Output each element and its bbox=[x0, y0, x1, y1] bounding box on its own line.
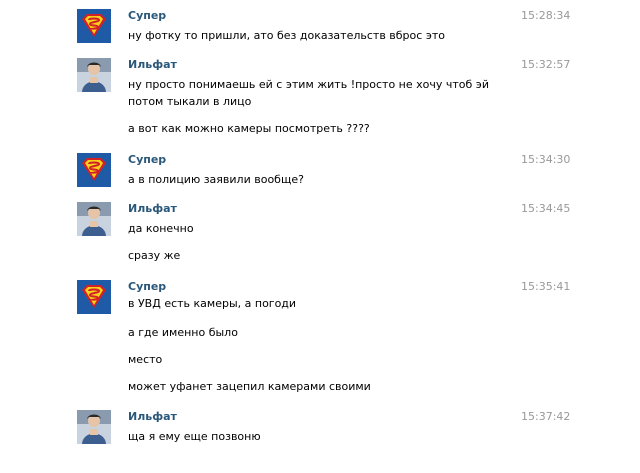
user-photo bbox=[77, 410, 111, 444]
message-text: а в полицию заявили вообще? bbox=[128, 173, 304, 186]
message-text: а вот как можно камеры посмотреть ???? bbox=[128, 122, 370, 135]
timestamp[interactable]: 15:28:34 bbox=[521, 9, 570, 22]
avatar[interactable] bbox=[77, 153, 111, 187]
avatar[interactable] bbox=[77, 410, 111, 444]
avatar[interactable] bbox=[77, 202, 111, 236]
author-name[interactable]: Ильфат bbox=[128, 410, 177, 423]
message-text: ну просто понимаешь ей с этим жить !прос… bbox=[128, 78, 489, 91]
avatar[interactable] bbox=[77, 280, 111, 314]
avatar[interactable] bbox=[77, 9, 111, 43]
user-photo bbox=[77, 202, 111, 236]
message-text: потом тыкали в лицо bbox=[128, 95, 252, 108]
message-text: ну фотку то пришли, ато без доказательст… bbox=[128, 29, 445, 42]
user-photo bbox=[77, 58, 111, 92]
message-text: место bbox=[128, 353, 163, 366]
author-name[interactable]: Ильфат bbox=[128, 58, 177, 71]
message-text: в УВД есть камеры, а погоди bbox=[128, 297, 297, 310]
timestamp[interactable]: 15:34:45 bbox=[521, 202, 570, 215]
message-text: ща я ему еще позвоню bbox=[128, 430, 261, 443]
superman-icon bbox=[77, 153, 111, 187]
author-name[interactable]: Ильфат bbox=[128, 202, 177, 215]
superman-icon bbox=[77, 9, 111, 43]
message-text: сразу же bbox=[128, 249, 181, 262]
message-text: может уфанет зацепил камерами своими bbox=[128, 380, 371, 393]
timestamp[interactable]: 15:37:42 bbox=[521, 410, 570, 423]
author-name[interactable]: Супер bbox=[128, 153, 166, 166]
timestamp[interactable]: 15:34:30 bbox=[521, 153, 570, 166]
superman-icon bbox=[77, 280, 111, 314]
timestamp[interactable]: 15:35:41 bbox=[521, 280, 570, 293]
author-name[interactable]: Супер bbox=[128, 9, 166, 22]
message-text: да конечно bbox=[128, 222, 194, 235]
timestamp[interactable]: 15:32:57 bbox=[521, 58, 570, 71]
avatar[interactable] bbox=[77, 58, 111, 92]
message-text: а где именно было bbox=[128, 326, 238, 339]
author-name[interactable]: Супер bbox=[128, 280, 166, 293]
